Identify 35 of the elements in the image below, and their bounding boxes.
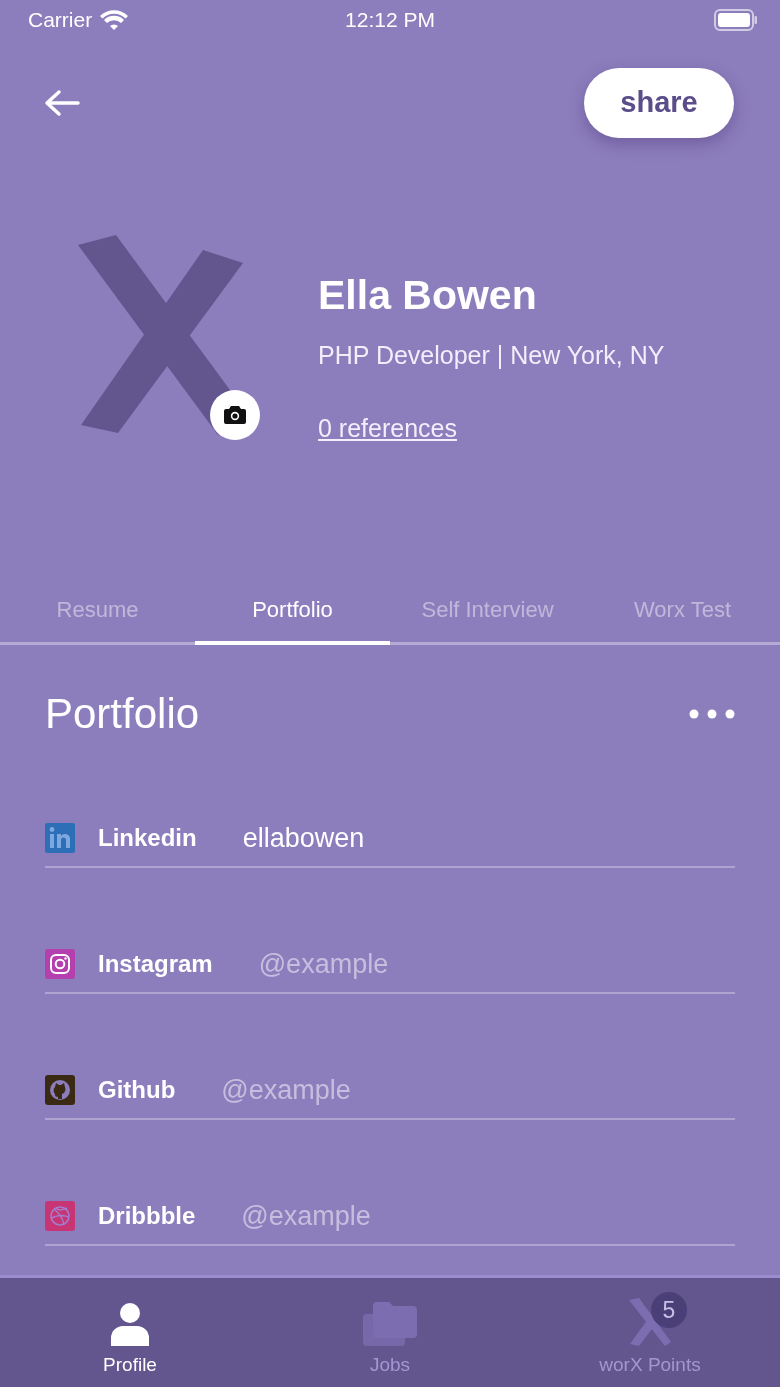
tab[interactable]: Worx Test <box>585 572 780 645</box>
nav-tab[interactable]: 5 worX Points <box>520 1278 780 1387</box>
input-field[interactable]: @example <box>221 1074 735 1106</box>
profile-subtitle: PHP Developer | New York, NY <box>318 341 665 370</box>
profile-name: Ella Bowen <box>318 272 538 319</box>
linkedin-icon <box>45 823 75 853</box>
input-field[interactable]: ellabowen <box>242 822 735 854</box>
clock-time: 12:12 PM <box>345 8 435 31</box>
section-title: Portfolio <box>45 690 200 738</box>
link-label: Instagram <box>98 950 213 978</box>
link-label: Github <box>98 1076 176 1104</box>
share-button[interactable]: share <box>584 67 734 138</box>
tab[interactable]: Self Interview <box>390 572 585 645</box>
references-link[interactable]: 0 references <box>318 414 457 443</box>
instagram-icon <box>45 949 75 979</box>
wifi-icon <box>100 10 129 30</box>
person-icon <box>111 1302 149 1346</box>
link-label: Linkedin <box>98 824 197 852</box>
carrier-label: Carrier <box>28 8 93 32</box>
input-field[interactable]: @example <box>258 948 735 980</box>
github-icon <box>45 1075 75 1105</box>
dribbble-icon <box>45 1201 75 1231</box>
nav-tab[interactable]: Jobs <box>260 1278 520 1387</box>
camera-icon <box>224 406 246 424</box>
link-label: Dribbble <box>98 1202 196 1230</box>
count-badge: 5 <box>651 1292 687 1328</box>
input-field[interactable]: @example <box>241 1200 735 1232</box>
camera-button[interactable] <box>210 390 260 440</box>
nav-tab[interactable]: Profile <box>0 1278 260 1387</box>
back-arrow-icon[interactable] <box>44 88 80 117</box>
more-icon[interactable] <box>689 709 735 719</box>
battery-icon <box>714 9 758 31</box>
folder-icon <box>363 1302 417 1346</box>
tab[interactable]: Portfolio <box>195 572 390 645</box>
tab[interactable]: Resume <box>0 572 195 645</box>
